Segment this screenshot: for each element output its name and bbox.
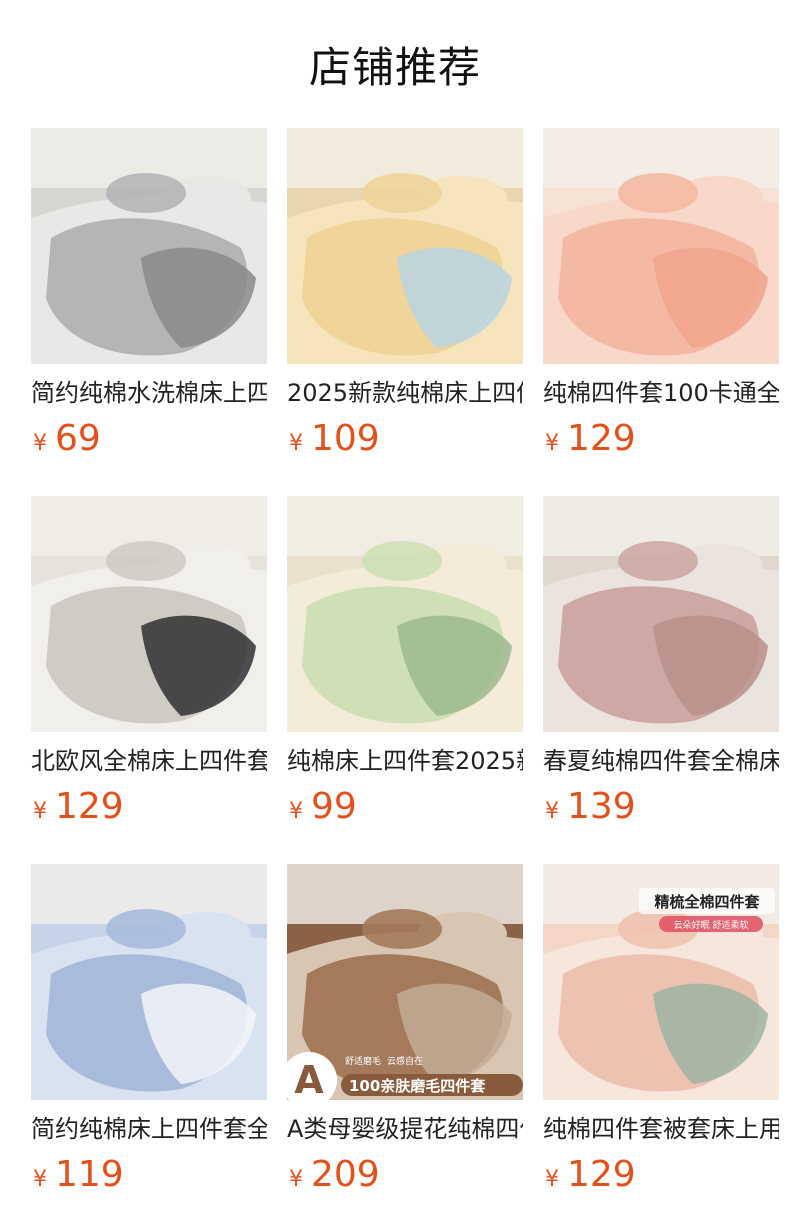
price-value: 139 [567,786,636,827]
currency-symbol: ¥ [289,1167,303,1192]
currency-symbol: ¥ [33,799,47,824]
price-value: 129 [567,418,636,459]
price-value: 129 [55,786,124,827]
product-price: ¥69 [33,418,101,459]
leaf-print-bedding-photo[interactable] [287,496,523,732]
currency-symbol: ¥ [289,799,303,824]
price-value: 69 [55,418,101,459]
product-price: ¥129 [545,418,636,459]
product-price: ¥119 [33,1154,124,1195]
product-name[interactable]: 2025新款纯棉床上四件套 [287,378,523,408]
mauve-stripe-bedding-photo[interactable] [543,496,779,732]
badge-tag-2: 云感自在 [387,1055,423,1067]
product-name[interactable]: 纯棉四件套被套床上用品 [543,1114,779,1144]
product-name[interactable]: A类母婴级提花纯棉四件套 [287,1114,523,1144]
currency-symbol: ¥ [545,799,559,824]
badge-text: 精梳全棉四件套 [654,893,760,911]
badge-letter: A [294,1058,324,1100]
price-value: 129 [567,1154,636,1195]
currency-symbol: ¥ [545,1167,559,1192]
product-name[interactable]: 简约纯棉水洗棉床上四件套 [31,378,267,408]
page-title: 店铺推荐 [308,43,481,92]
price-value: 209 [311,1154,380,1195]
currency-symbol: ¥ [33,1167,47,1192]
product-price: ¥209 [289,1154,380,1195]
product-name[interactable]: 纯棉床上四件套2025新款 [287,746,523,776]
light-blue-bedding-photo[interactable] [31,864,267,1100]
promo-badge: 精梳全棉四件套云朵好眠 舒适柔软 [639,888,775,932]
price-value: 109 [311,418,380,459]
product-price: ¥139 [545,786,636,827]
gray-bedding-photo[interactable] [31,128,267,364]
currency-symbol: ¥ [33,431,47,456]
price-value: 99 [311,786,357,827]
brown-jacquard-bedding-photo[interactable]: A 舒适磨毛 云感自在 100亲肤磨毛四件套 [287,864,523,1100]
pink-botanical-bedding-photo[interactable]: 精梳全棉四件套云朵好眠 舒适柔软 [543,864,779,1100]
product-price: ¥99 [289,786,357,827]
badge-text: 100亲肤磨毛四件套 [349,1077,486,1095]
badge-tag-1: 舒适磨毛 [345,1055,381,1067]
product-price: ¥129 [545,1154,636,1195]
currency-symbol: ¥ [289,431,303,456]
pink-floral-bedding-photo[interactable] [543,128,779,364]
product-price: ¥129 [33,786,124,827]
product-name[interactable]: 简约纯棉床上四件套全棉 [31,1114,267,1144]
product-price: ¥109 [289,418,380,459]
currency-symbol: ¥ [545,431,559,456]
product-name[interactable]: 北欧风全棉床上四件套 [31,746,267,776]
badge-subtext: 云朵好眠 舒适柔软 [674,919,749,931]
product-name[interactable]: 春夏纯棉四件套全棉床单 [543,746,779,776]
price-value: 119 [55,1154,124,1195]
cartoon-check-bedding-photo[interactable] [287,128,523,364]
product-name[interactable]: 纯棉四件套100卡通全棉 [543,378,779,408]
striped-bedding-photo[interactable] [31,496,267,732]
